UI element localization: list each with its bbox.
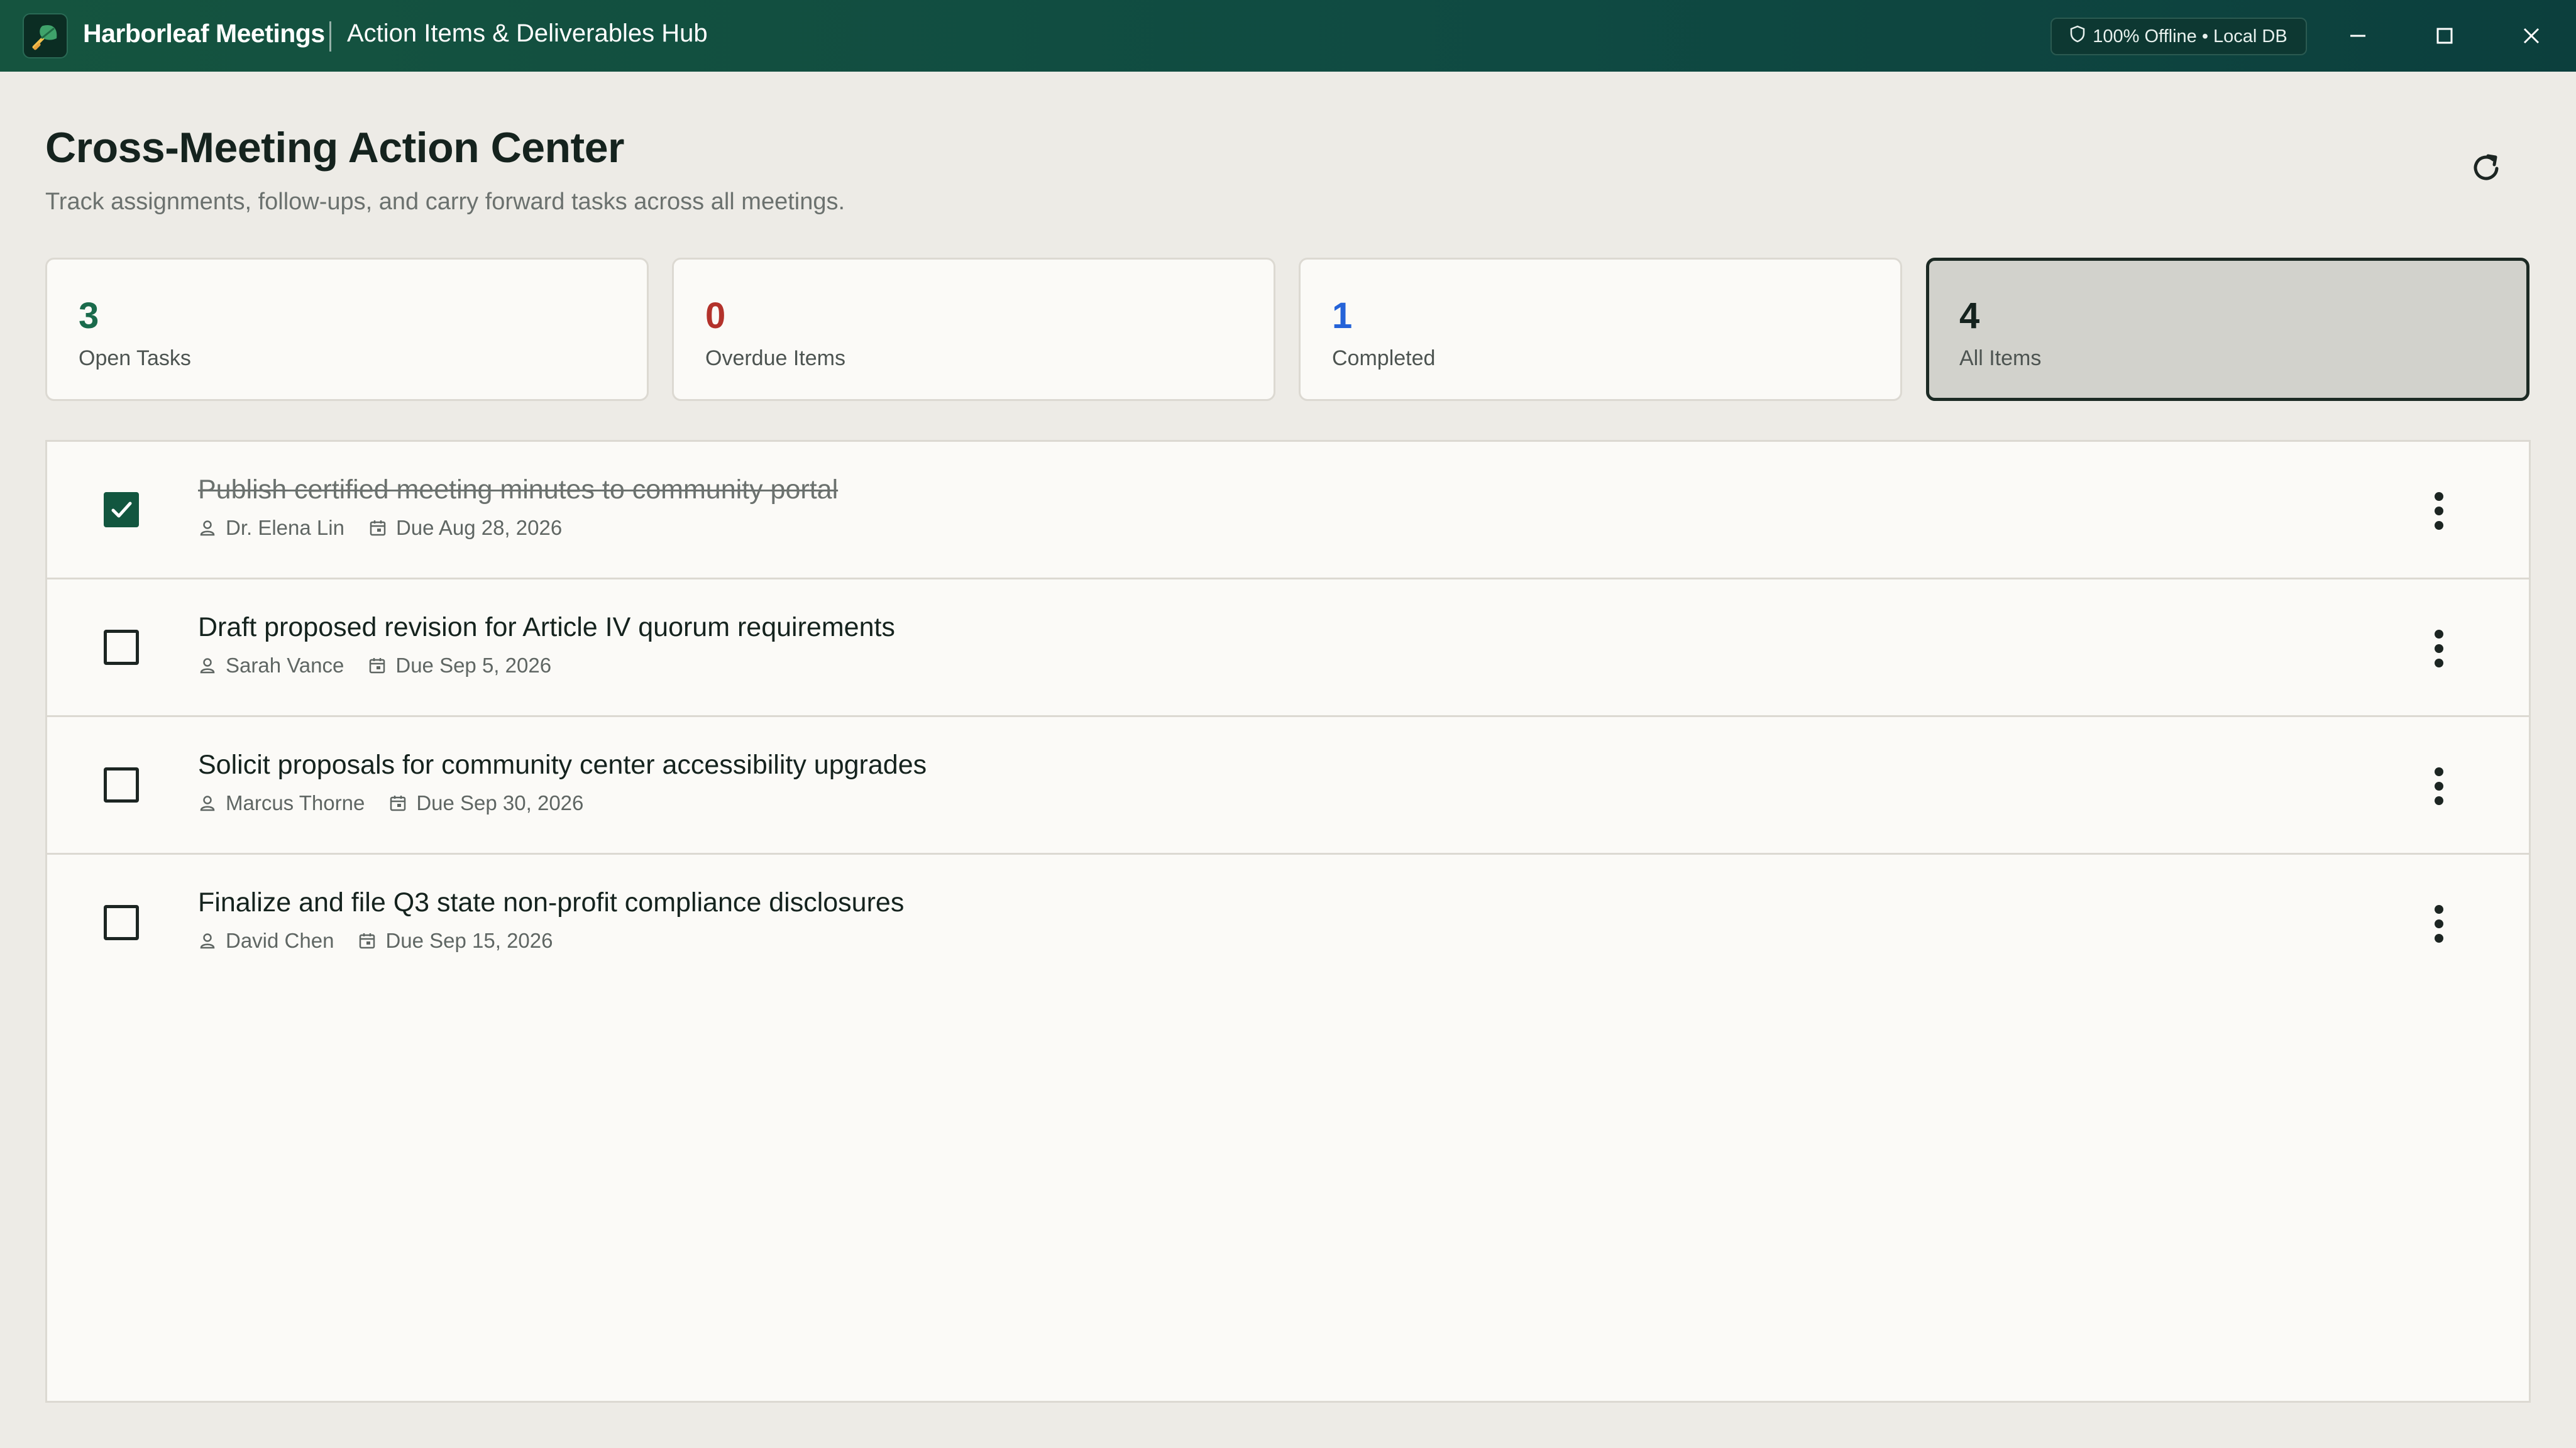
task-meta: David Chen Due Sep 15, 2026 — [198, 929, 576, 953]
stat-card-overdue[interactable]: 0 Overdue Items — [672, 258, 1275, 401]
check-icon — [111, 502, 132, 518]
stat-label: Completed — [1332, 346, 1436, 370]
stat-value: 3 — [79, 295, 99, 336]
task-assignee: Dr. Elena Lin — [226, 516, 344, 539]
close-icon — [2523, 28, 2540, 44]
task-row: Finalize and file Q3 state non-profit co… — [47, 855, 2529, 992]
stat-label: All Items — [1959, 346, 2042, 370]
task-title[interactable]: Publish certified meeting minutes to com… — [198, 474, 838, 505]
person-icon — [200, 658, 215, 674]
stat-value: 1 — [1332, 295, 1353, 336]
stat-value: 4 — [1959, 295, 1980, 336]
task-row: Publish certified meeting minutes to com… — [47, 442, 2529, 579]
offline-status-text: 100% Offline • Local DB — [2093, 26, 2287, 47]
person-icon — [200, 933, 215, 949]
task-checkbox[interactable] — [104, 905, 139, 940]
calendar-icon — [370, 520, 386, 536]
task-meta: Sarah Vance Due Sep 5, 2026 — [198, 654, 575, 677]
task-meta: Marcus Thorne Due Sep 30, 2026 — [198, 791, 607, 815]
minimize-icon — [2350, 35, 2365, 37]
person-icon — [200, 796, 215, 811]
task-checkbox[interactable] — [104, 492, 139, 527]
stat-card-completed[interactable]: 1 Completed — [1299, 258, 1902, 401]
task-title[interactable]: Finalize and file Q3 state non-profit co… — [198, 887, 904, 918]
section-title: Action Items & Deliverables Hub — [347, 19, 708, 47]
task-meta: Dr. Elena Lin Due Aug 28, 2026 — [198, 516, 586, 540]
task-row: Solicit proposals for community center a… — [47, 717, 2529, 855]
task-due-date: Due Sep 30, 2026 — [416, 791, 584, 814]
task-more-options-icon[interactable] — [2417, 486, 2461, 536]
stat-label: Overdue Items — [705, 346, 845, 370]
task-more-options-icon[interactable] — [2417, 623, 2461, 674]
task-title[interactable]: Solicit proposals for community center a… — [198, 750, 927, 781]
title-bar: Harborleaf Meetings Action Items & Deliv… — [0, 0, 2576, 72]
offline-status-badge: 100% Offline • Local DB — [2050, 18, 2307, 55]
minimize-button[interactable] — [2315, 0, 2401, 72]
task-assignee: Sarah Vance — [226, 654, 344, 677]
refresh-icon — [2474, 154, 2499, 180]
task-checkbox[interactable] — [104, 630, 139, 665]
maximize-icon — [2436, 28, 2453, 44]
refresh-button[interactable] — [2464, 146, 2508, 190]
task-due-date: Due Aug 28, 2026 — [395, 516, 563, 539]
stat-card-all-items[interactable]: 4 All Items — [1926, 258, 2529, 401]
page-subtitle: Track assignments, follow-ups, and carry… — [45, 189, 845, 215]
person-icon — [200, 520, 215, 536]
calendar-icon — [360, 933, 375, 949]
task-more-options-icon[interactable] — [2417, 899, 2461, 949]
task-assignee: Marcus Thorne — [226, 791, 365, 814]
task-due-date: Due Sep 5, 2026 — [395, 654, 552, 677]
task-row: Draft proposed revision for Article IV q… — [47, 579, 2529, 717]
app-name: Harborleaf Meetings — [83, 19, 325, 48]
shield-icon — [2070, 25, 2085, 48]
close-button[interactable] — [2488, 0, 2575, 72]
stat-label: Open Tasks — [79, 346, 191, 370]
app-logo-icon — [23, 13, 68, 58]
calendar-icon — [390, 796, 406, 811]
task-checkbox[interactable] — [104, 767, 139, 803]
task-list: Publish certified meeting minutes to com… — [45, 440, 2531, 1403]
page-title: Cross-Meeting Action Center — [45, 124, 624, 172]
stat-value: 0 — [705, 295, 726, 336]
title-divider — [329, 21, 331, 52]
task-assignee: David Chen — [226, 929, 334, 952]
maximize-button[interactable] — [2401, 0, 2488, 72]
task-more-options-icon[interactable] — [2417, 761, 2461, 811]
calendar-icon — [370, 658, 385, 674]
task-title[interactable]: Draft proposed revision for Article IV q… — [198, 612, 895, 643]
task-due-date: Due Sep 15, 2026 — [385, 929, 553, 952]
stat-card-open-tasks[interactable]: 3 Open Tasks — [45, 258, 649, 401]
